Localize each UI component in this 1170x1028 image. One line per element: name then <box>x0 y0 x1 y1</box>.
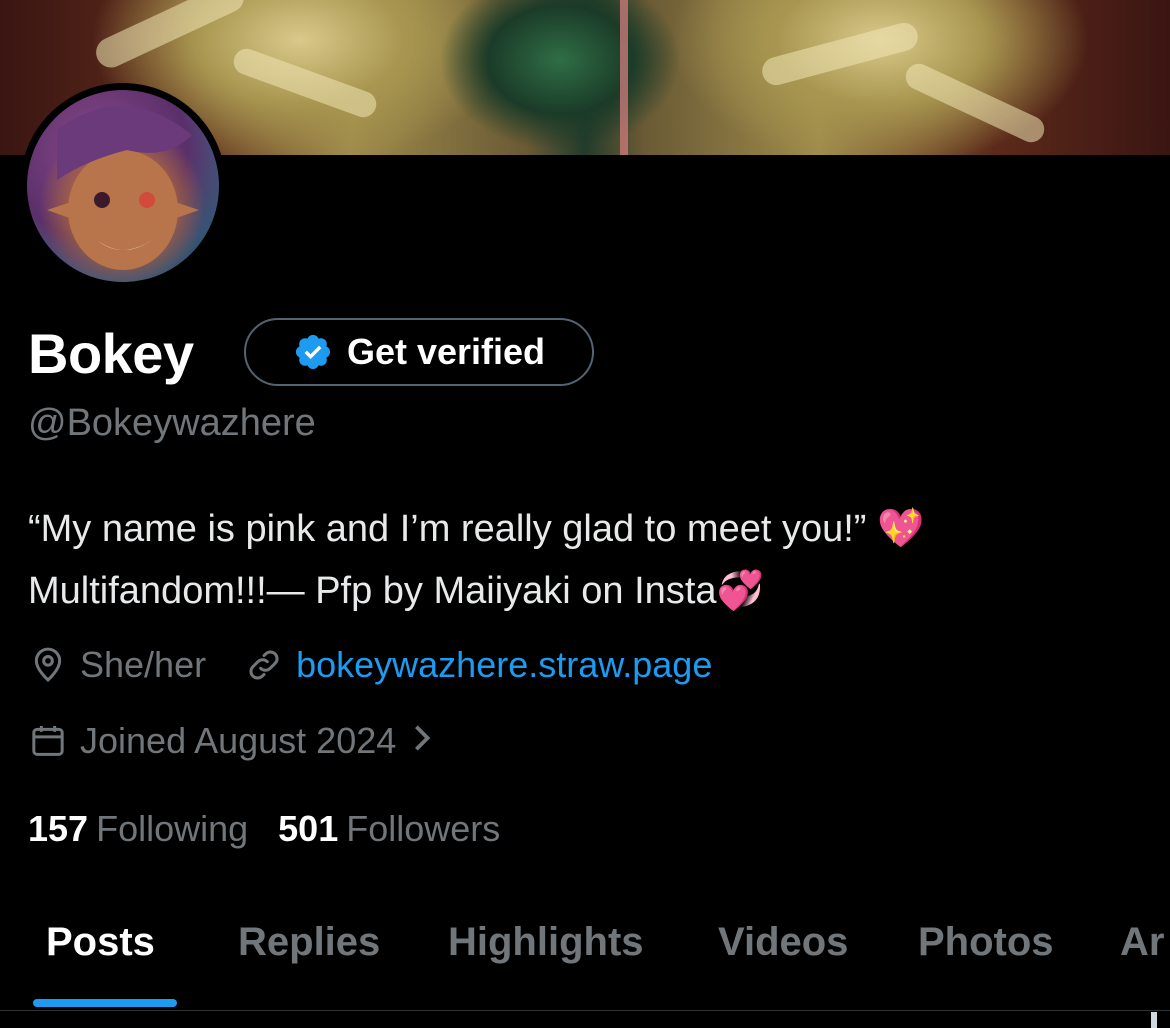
tab-highlights[interactable]: Highlights <box>448 920 644 965</box>
profile-stats: 157 Following 501 Followers <box>28 808 500 850</box>
calendar-icon <box>28 721 68 761</box>
joined-row[interactable]: Joined August 2024 <box>28 720 434 762</box>
following-label: Following <box>96 808 249 849</box>
website-link[interactable]: bokeywazhere.straw.page <box>296 644 712 686</box>
location-pin-icon <box>28 645 68 685</box>
tab-articles[interactable]: Ar <box>1120 920 1164 965</box>
get-verified-label: Get verified <box>346 331 546 372</box>
bio-line: “My name is pink and I’m really glad to … <box>28 508 925 550</box>
display-name: Bokey <box>28 322 194 385</box>
get-verified-button[interactable]: Get verified <box>244 318 594 386</box>
profile-bio: “My name is pink and I’m really glad to … <box>28 498 1148 622</box>
profile-meta-row: She/her bokeywazhere.straw.page <box>28 644 712 686</box>
location-text: She/her <box>80 644 207 685</box>
avatar-image <box>27 90 219 282</box>
followers-label: Followers <box>346 808 501 849</box>
scrollbar[interactable] <box>1151 1012 1157 1028</box>
tab-videos[interactable]: Videos <box>718 920 848 965</box>
profile-avatar[interactable] <box>20 83 226 289</box>
profile-handle: @Bokeywazhere <box>28 402 316 444</box>
chevron-right-icon <box>410 720 434 762</box>
joined-text: Joined August 2024 <box>80 720 397 761</box>
followers-stat[interactable]: 501 Followers <box>278 808 500 850</box>
following-count: 157 <box>28 808 89 849</box>
active-tab-indicator <box>33 999 177 1007</box>
link-icon <box>244 645 284 685</box>
tab-posts[interactable]: Posts <box>46 920 155 965</box>
tab-replies[interactable]: Replies <box>238 920 380 965</box>
tabs-divider <box>0 1010 1170 1011</box>
verified-badge-icon <box>293 332 333 372</box>
followers-count: 501 <box>278 808 339 849</box>
following-stat[interactable]: 157 Following <box>28 808 248 850</box>
bio-line: Multifandom!!!— Pfp by Maiiyaki on Insta… <box>28 570 764 612</box>
tab-photos[interactable]: Photos <box>918 920 1054 965</box>
profile-tabs: Posts Replies Highlights Videos Photos A… <box>0 912 1170 1012</box>
